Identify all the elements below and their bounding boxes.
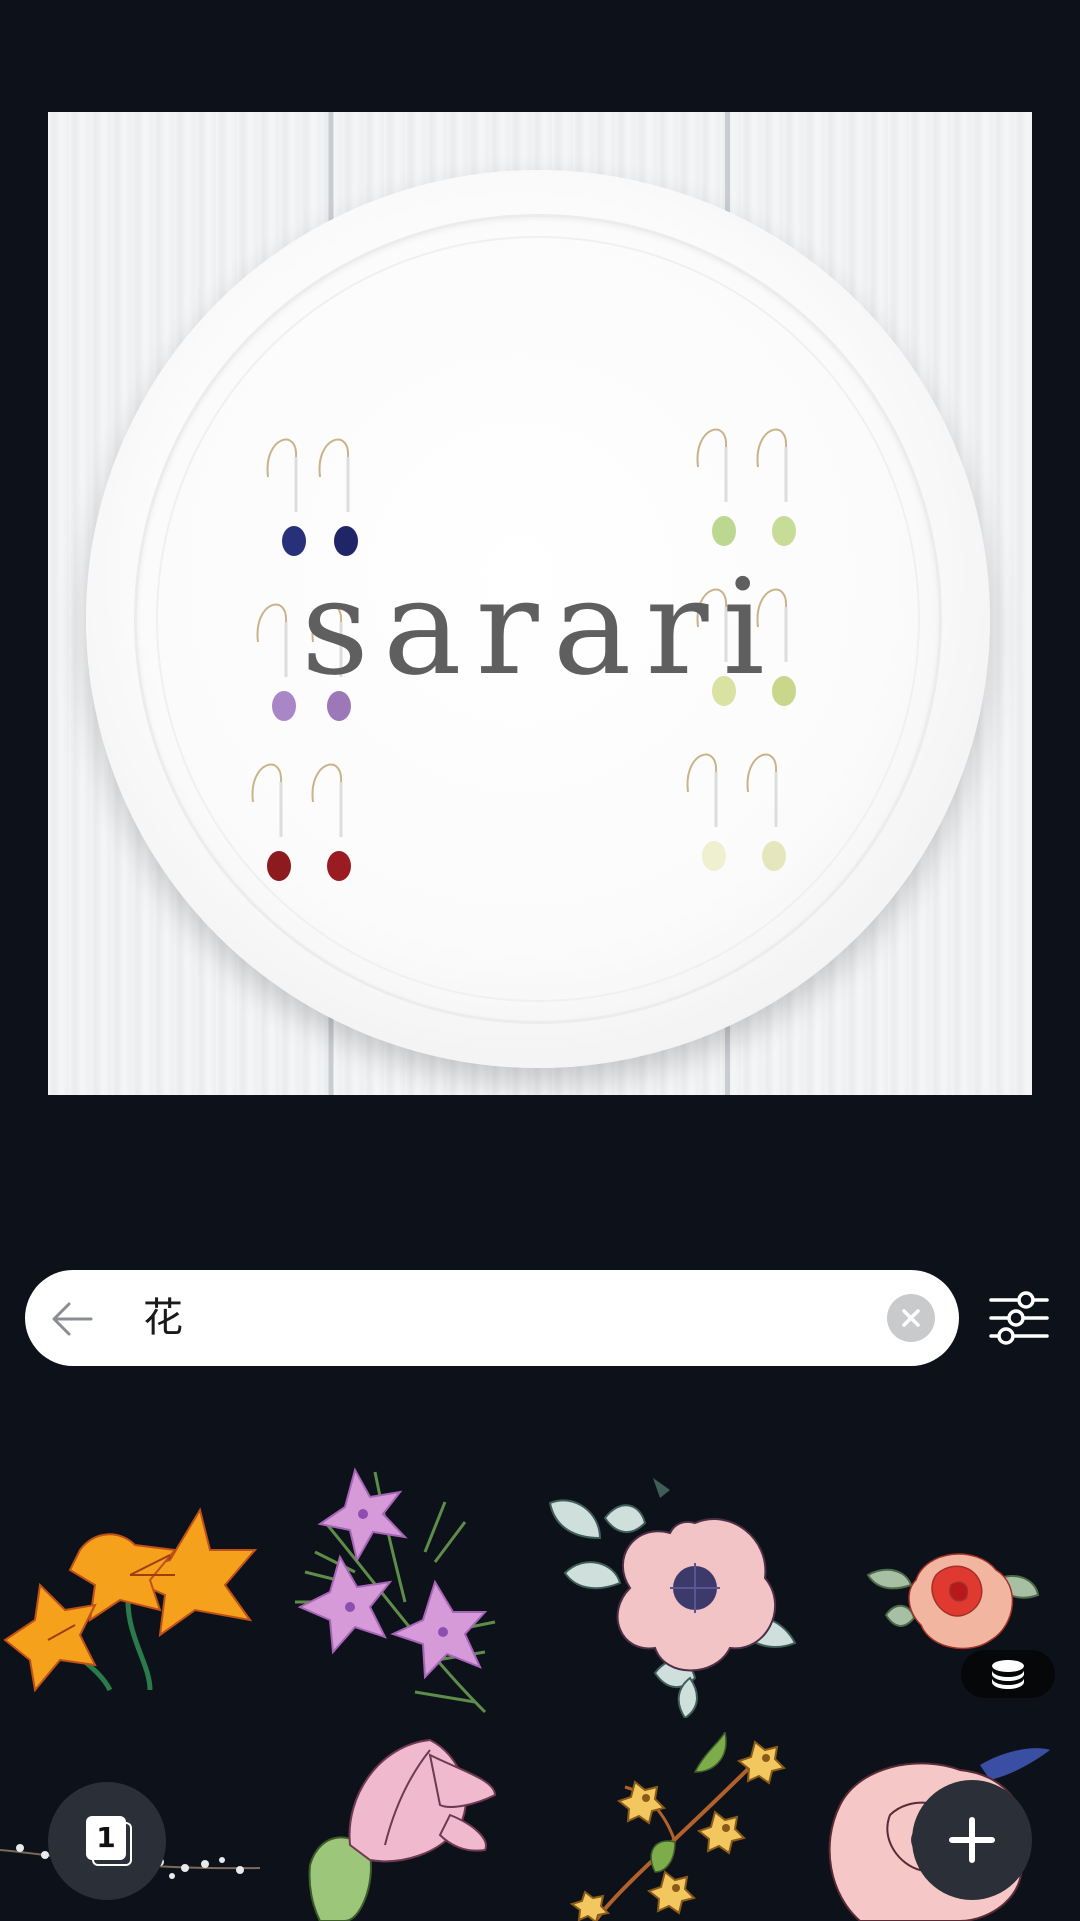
earring-green-left	[696, 428, 736, 546]
orange-lily-sticker[interactable]	[0, 1490, 265, 1700]
earring-red-right	[311, 763, 351, 881]
page-count-badge: 1	[86, 1816, 126, 1860]
stack-coins-icon	[992, 1660, 1024, 1689]
pink-star-flower-sticker[interactable]	[285, 1462, 525, 1722]
red-peony-sticker[interactable]	[866, 1530, 1041, 1660]
clear-search-button[interactable]	[887, 1294, 935, 1342]
close-icon	[902, 1309, 920, 1327]
back-arrow-icon[interactable]	[47, 1294, 97, 1344]
earring-blue-right	[318, 438, 358, 556]
earring-pale-left	[686, 753, 726, 871]
add-button[interactable]	[912, 1780, 1032, 1900]
filter-sliders-icon[interactable]	[988, 1288, 1050, 1348]
yellow-blossom-branch-sticker[interactable]	[565, 1732, 795, 1921]
design-canvas[interactable]: sarari	[48, 112, 1032, 1095]
earring-green-right	[756, 428, 796, 546]
earring-blue-left	[266, 438, 306, 556]
plus-icon	[949, 1817, 995, 1863]
premium-badge	[961, 1650, 1055, 1698]
pink-tulip-bud-sticker[interactable]	[300, 1735, 500, 1921]
search-input[interactable]: 花	[143, 1284, 863, 1352]
earring-red-left	[251, 763, 291, 881]
pink-anemone-sticker[interactable]	[545, 1478, 810, 1718]
pages-button[interactable]: 1	[48, 1782, 166, 1900]
search-bar: 花	[25, 1270, 959, 1366]
canvas-text-layer[interactable]: sarari	[48, 562, 1032, 694]
earring-pale-right	[746, 753, 786, 871]
